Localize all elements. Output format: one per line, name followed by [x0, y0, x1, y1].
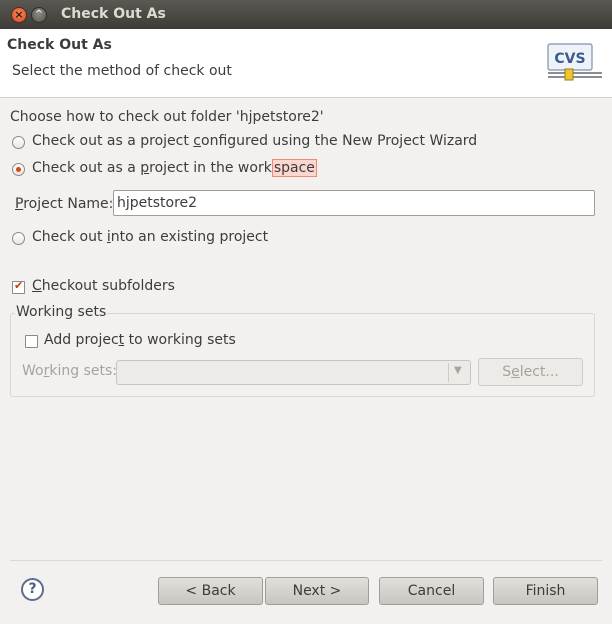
option-project-in-workspace-label[interactable]: Check out as a project in the work space: [32, 159, 317, 177]
checkout-subfolders-checkbox[interactable]: [12, 279, 25, 294]
back-button[interactable]: < Back: [158, 577, 263, 605]
working-sets-label: Working sets:: [22, 363, 117, 379]
cancel-button[interactable]: Cancel: [379, 577, 484, 605]
option-existing-project-label[interactable]: Check out into an existing project: [32, 229, 268, 245]
working-sets-combo[interactable]: ▼: [116, 360, 471, 385]
combo-divider: [448, 363, 449, 382]
footer-divider: [10, 560, 602, 561]
chevron-down-icon: ▼: [454, 365, 462, 376]
close-icon: ×: [14, 8, 24, 21]
radio-new-project-wizard[interactable]: [12, 136, 25, 149]
radio-project-in-workspace[interactable]: [12, 163, 25, 176]
project-name-input[interactable]: [113, 190, 595, 216]
next-button[interactable]: Next >: [265, 577, 369, 605]
page-title: Check Out As: [7, 37, 112, 53]
working-sets-group-label: Working sets: [15, 304, 108, 320]
window-title: Check Out As: [61, 6, 166, 22]
minimize-window-button[interactable]: ^: [31, 7, 47, 23]
minimize-icon: ^: [34, 9, 44, 20]
checkout-subfolders-label[interactable]: Checkout subfolders: [32, 278, 175, 294]
wizard-banner: Check Out As Select the method of check …: [0, 29, 612, 98]
cvs-logo-icon: CVS: [547, 43, 602, 81]
project-name-label: Project Name:: [15, 196, 114, 212]
close-window-button[interactable]: ×: [11, 7, 27, 23]
option-new-project-wizard-label[interactable]: Check out as a project configured using …: [32, 133, 477, 149]
add-to-working-sets-label[interactable]: Add project to working sets: [44, 332, 236, 348]
title-bar: × ^ Check Out As: [0, 0, 612, 29]
cvs-logo-text: CVS: [554, 51, 585, 67]
help-icon[interactable]: ?: [21, 578, 44, 601]
checkout-prompt: Choose how to check out folder 'hjpetsto…: [10, 109, 324, 125]
page-subtitle: Select the method of check out: [12, 63, 232, 79]
select-working-sets-button[interactable]: Select...: [478, 358, 583, 386]
radio-existing-project[interactable]: [12, 232, 25, 245]
finish-button[interactable]: Finish: [493, 577, 598, 605]
add-to-working-sets-checkbox[interactable]: [25, 335, 38, 348]
